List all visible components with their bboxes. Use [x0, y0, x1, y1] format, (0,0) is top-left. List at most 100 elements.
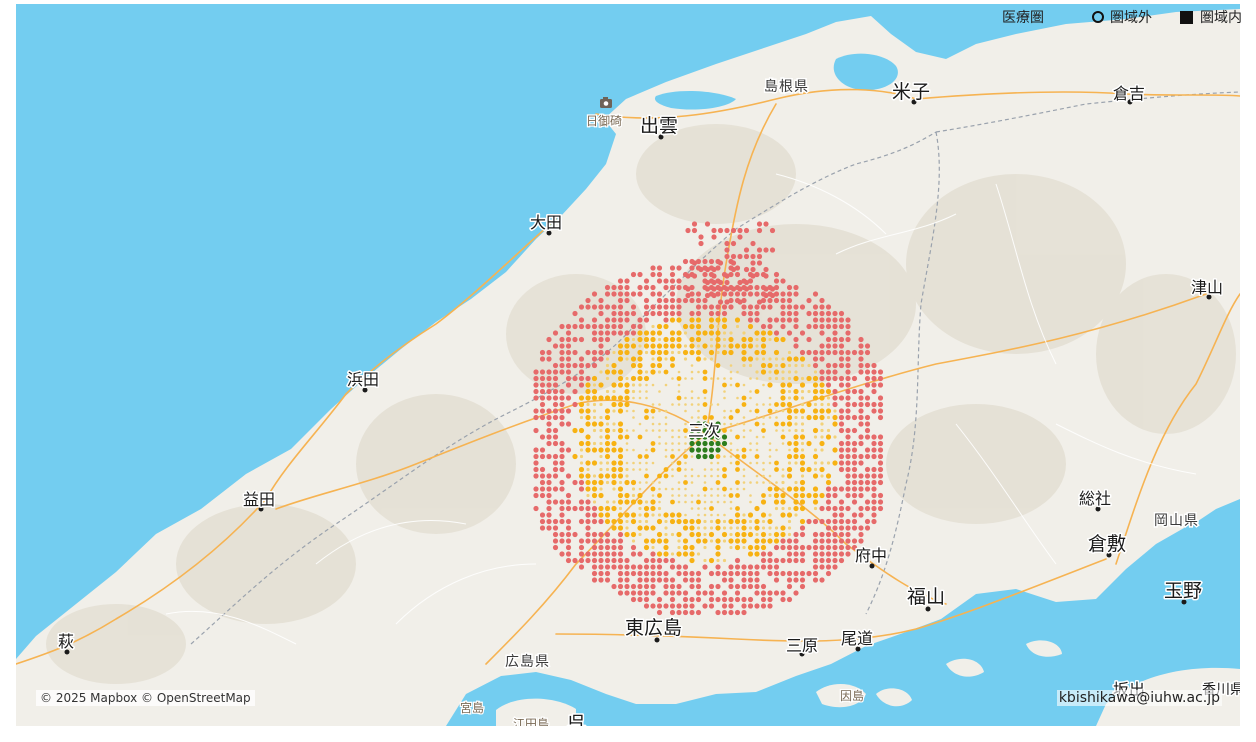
area-dot: [637, 492, 643, 499]
area-dot: [812, 310, 819, 317]
area-dot: [730, 253, 737, 260]
area-dot: [773, 564, 780, 570]
area-dot: [786, 473, 793, 479]
area-dot: [741, 304, 747, 310]
area-dot: [780, 492, 786, 499]
area-dot: [656, 362, 663, 369]
map-canvas[interactable]: 日御碕 出雲 島根県 米子 倉吉 大田 津山 浜田 三次 益田 総社 岡山県 倉…: [16, 4, 1240, 726]
area-dot: [793, 544, 799, 551]
area-dot: [598, 544, 604, 551]
area-dot: [819, 323, 825, 330]
legend-item-inside[interactable]: 圏域内: [1180, 7, 1242, 27]
area-dot: [760, 330, 767, 336]
area-dot: [657, 337, 662, 342]
area-dot: [786, 401, 793, 408]
area-dot: [871, 518, 877, 525]
area-dot: [624, 492, 630, 499]
area-dot: [645, 448, 648, 452]
area-dot: [611, 395, 617, 401]
area-dot: [695, 349, 702, 356]
area-dot: [591, 492, 598, 499]
area-dot: [624, 284, 630, 291]
area-dot: [591, 512, 598, 518]
area-dot: [838, 336, 845, 343]
area-dot: [710, 513, 713, 517]
area-dot: [729, 442, 733, 445]
area-dot: [800, 363, 805, 368]
area-dot: [767, 538, 773, 544]
area-dot: [737, 299, 743, 305]
area-dot: [813, 448, 818, 452]
area-dot: [604, 317, 611, 323]
area-dot: [684, 487, 687, 491]
area-dot: [611, 538, 617, 544]
area-dot: [671, 435, 674, 439]
area-dot: [724, 247, 730, 253]
area-dot: [741, 583, 747, 590]
area-dot: [729, 422, 733, 426]
area-dot: [806, 570, 812, 577]
area-dot: [695, 577, 702, 583]
area-dot: [695, 304, 702, 310]
label-hagi: 萩: [58, 632, 74, 651]
area-dot: [690, 468, 694, 471]
area-dot: [617, 473, 624, 479]
map-svg[interactable]: 日御碕 出雲 島根県 米子 倉吉 大田 津山 浜田 三次 益田 総社 岡山県 倉…: [16, 4, 1240, 726]
area-dot: [559, 440, 565, 447]
area-dot: [742, 474, 746, 478]
area-dot: [585, 388, 591, 395]
area-dot: [637, 369, 643, 375]
area-dot: [794, 415, 798, 420]
area-dot: [611, 518, 617, 525]
area-dot: [715, 363, 721, 368]
area-dot: [677, 383, 681, 387]
area-dot: [630, 570, 637, 577]
area-dot: [793, 336, 799, 343]
area-dot: [793, 551, 799, 557]
area-dot: [825, 557, 832, 564]
area-dot: [721, 570, 728, 577]
area-dot: [722, 526, 727, 530]
area-dot: [657, 370, 662, 374]
area-dot: [643, 297, 650, 304]
map-attribution[interactable]: © 2025 Mapbox © OpenStreetMap: [36, 690, 255, 706]
area-dot: [591, 421, 598, 427]
area-dot: [669, 291, 676, 297]
area-dot: [656, 297, 663, 304]
area-dot: [819, 531, 825, 538]
area-dot: [845, 453, 851, 460]
area-dot: [717, 227, 724, 234]
area-dot: [729, 377, 733, 380]
area-dot: [676, 609, 682, 616]
area-dot: [723, 455, 726, 458]
area-dot: [663, 284, 669, 291]
area-dot: [703, 500, 707, 504]
area-dot: [656, 330, 663, 336]
area-dot: [851, 453, 858, 460]
area-dot: [643, 310, 650, 317]
area-dot: [724, 253, 730, 260]
area-dot: [604, 551, 611, 557]
area-dot: [533, 460, 539, 466]
area-dot: [689, 310, 695, 317]
legend-item-outside[interactable]: 圏域外: [1092, 7, 1152, 27]
area-dot: [864, 499, 871, 505]
area-dot: [747, 310, 754, 317]
area-dot: [598, 570, 604, 577]
area-dot: [825, 310, 832, 317]
area-dot: [825, 525, 832, 531]
area-dot: [565, 421, 572, 427]
area-dot: [539, 492, 546, 499]
area-dot: [717, 299, 724, 305]
area-dot: [768, 481, 772, 484]
area-dot: [650, 330, 656, 336]
area-dot: [637, 590, 643, 596]
area-dot: [637, 336, 643, 343]
label-hinomisaki: 日御碕: [586, 113, 622, 128]
area-dot: [604, 447, 611, 453]
area-dot: [546, 427, 552, 434]
area-dot: [650, 336, 656, 343]
area-dot: [724, 299, 730, 305]
area-dot: [742, 487, 746, 491]
area-dot: [656, 278, 663, 284]
